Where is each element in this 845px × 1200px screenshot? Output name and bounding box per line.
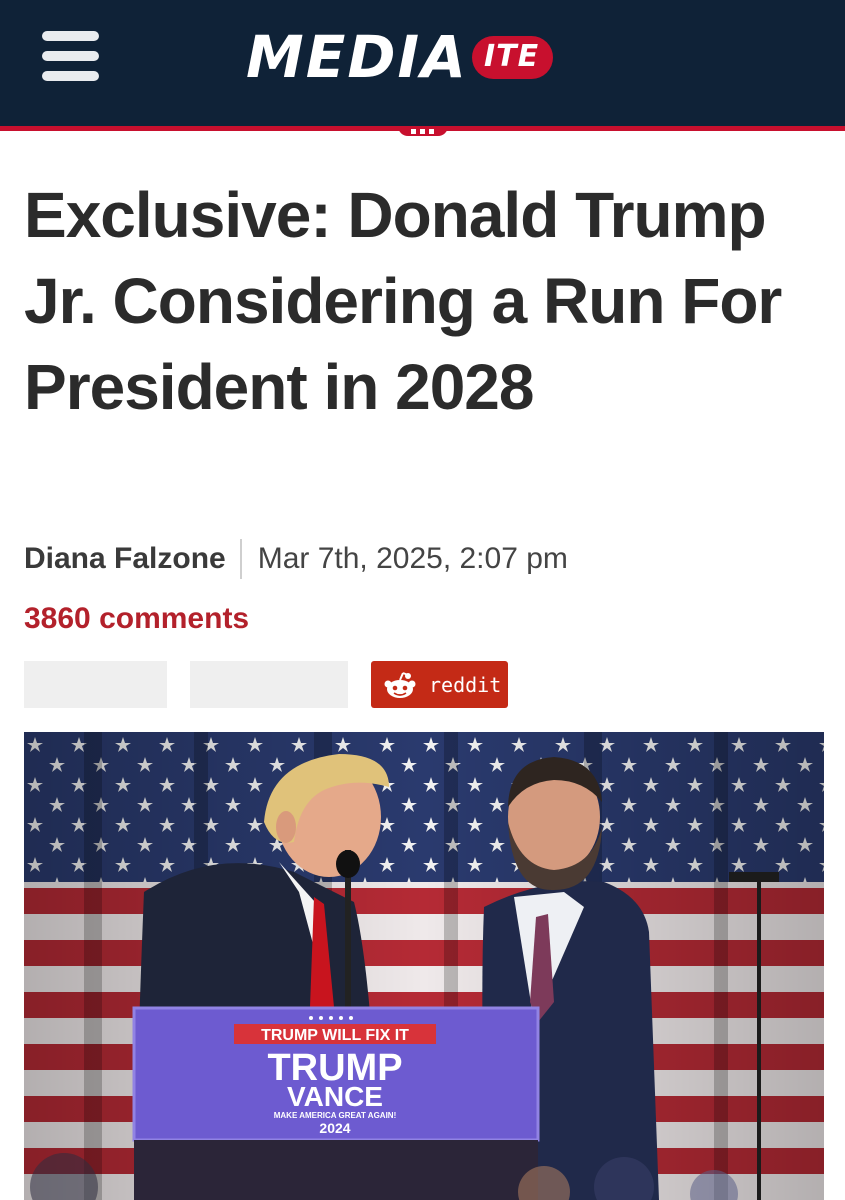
publish-date: Mar 7th, 2025, 2:07 pm: [257, 542, 568, 575]
podium-banner: TRUMP WILL FIX IT: [261, 1027, 409, 1044]
logo-badge: ITE: [471, 35, 554, 79]
byline-separator: [239, 539, 242, 579]
article-headline: Exclusive: Donald Trump Jr. Considering …: [24, 179, 782, 423]
site-header: MEDIA ITE: [0, 0, 845, 126]
byline: Diana Falzone Mar 7th, 2025, 2:07 pm: [24, 539, 568, 579]
more-tab[interactable]: [398, 126, 448, 136]
hamburger-menu-icon[interactable]: [42, 31, 99, 81]
site-logo[interactable]: MEDIA ITE: [246, 22, 554, 92]
reddit-share-button[interactable]: reddit: [371, 661, 508, 708]
share-button-placeholder-2[interactable]: [190, 661, 348, 708]
reddit-alien-icon: [383, 668, 417, 702]
comments-link[interactable]: 3860 comments: [24, 602, 249, 636]
article-photo: TRUMP WILL FIX IT TRUMP VANCE MAKE AMERI…: [24, 732, 824, 1200]
podium-year: 2024: [319, 1120, 350, 1136]
reddit-label: reddit: [429, 672, 502, 697]
share-button-placeholder-1[interactable]: [24, 661, 167, 708]
author-link[interactable]: Diana Falzone: [24, 542, 226, 576]
logo-wordmark: MEDIA: [246, 23, 468, 91]
podium-slogan: MAKE AMERICA GREAT AGAIN!: [274, 1111, 397, 1120]
podium-name-vance: VANCE: [287, 1081, 383, 1112]
